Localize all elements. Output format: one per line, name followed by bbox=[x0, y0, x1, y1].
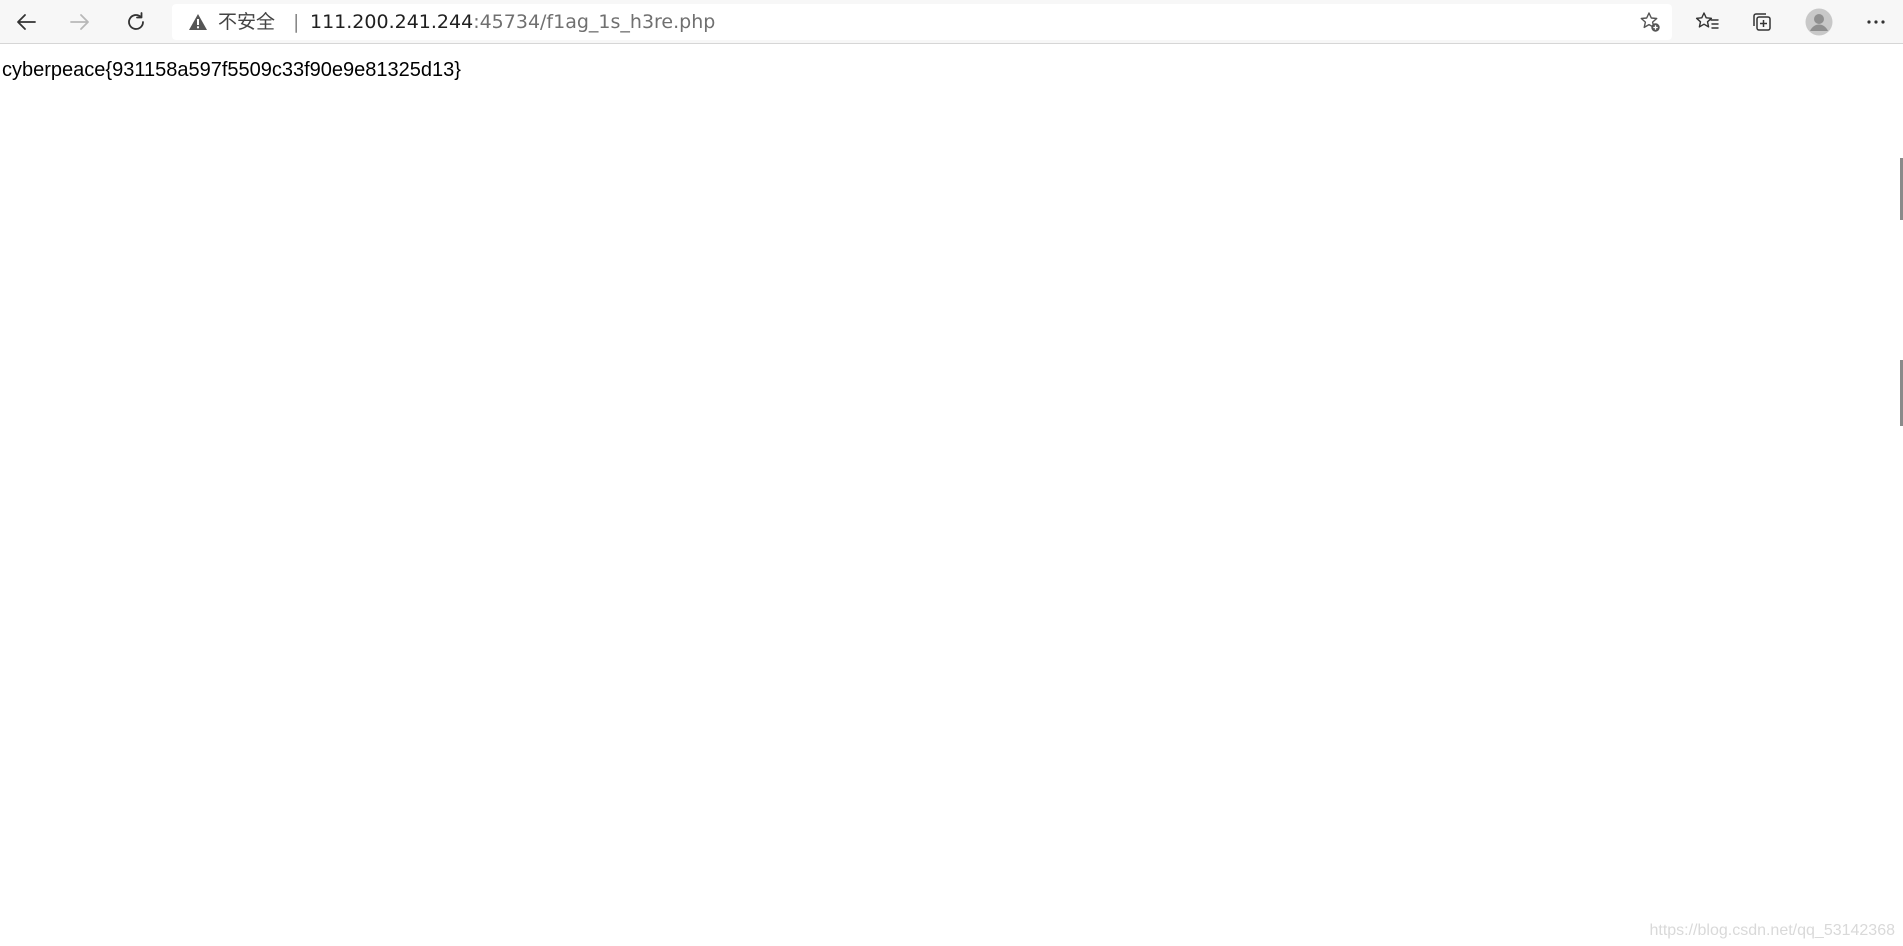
address-bar[interactable]: 不安全 | 111.200.241.244:45734/f1ag_1s_h3re… bbox=[172, 4, 1672, 40]
star-add-icon bbox=[1640, 12, 1660, 32]
watermark-text: https://blog.csdn.net/qq_53142368 bbox=[1649, 922, 1895, 939]
forward-button[interactable] bbox=[62, 4, 98, 40]
refresh-button[interactable] bbox=[118, 4, 154, 40]
profile-button[interactable] bbox=[1801, 4, 1837, 40]
add-favorite-button[interactable] bbox=[1638, 10, 1662, 34]
url-text[interactable]: 111.200.241.244:45734/f1ag_1s_h3re.php bbox=[310, 12, 715, 32]
arrow-right-icon bbox=[70, 14, 89, 30]
collections-button[interactable] bbox=[1744, 4, 1780, 40]
back-button[interactable] bbox=[8, 4, 44, 40]
address-separator: | bbox=[293, 11, 300, 33]
url-path: :45734/f1ag_1s_h3re.php bbox=[473, 11, 716, 33]
page-body-text: cyberpeace{931158a597f5509c33f90e9e81325… bbox=[2, 59, 461, 81]
arrow-left-icon bbox=[17, 14, 36, 30]
profile-avatar-icon bbox=[1805, 8, 1833, 36]
favorites-icon bbox=[1695, 12, 1719, 29]
more-button[interactable] bbox=[1858, 4, 1894, 40]
url-host: 111.200.241.244 bbox=[310, 11, 474, 33]
favorites-button[interactable] bbox=[1689, 4, 1725, 40]
collections-icon bbox=[1753, 13, 1771, 31]
refresh-icon bbox=[128, 12, 144, 30]
warning-triangle-icon[interactable] bbox=[188, 13, 208, 31]
more-icon bbox=[1867, 20, 1885, 24]
security-status-label[interactable]: 不安全 bbox=[218, 12, 275, 32]
browser-toolbar: 不安全 | 111.200.241.244:45734/f1ag_1s_h3re… bbox=[0, 0, 1903, 44]
